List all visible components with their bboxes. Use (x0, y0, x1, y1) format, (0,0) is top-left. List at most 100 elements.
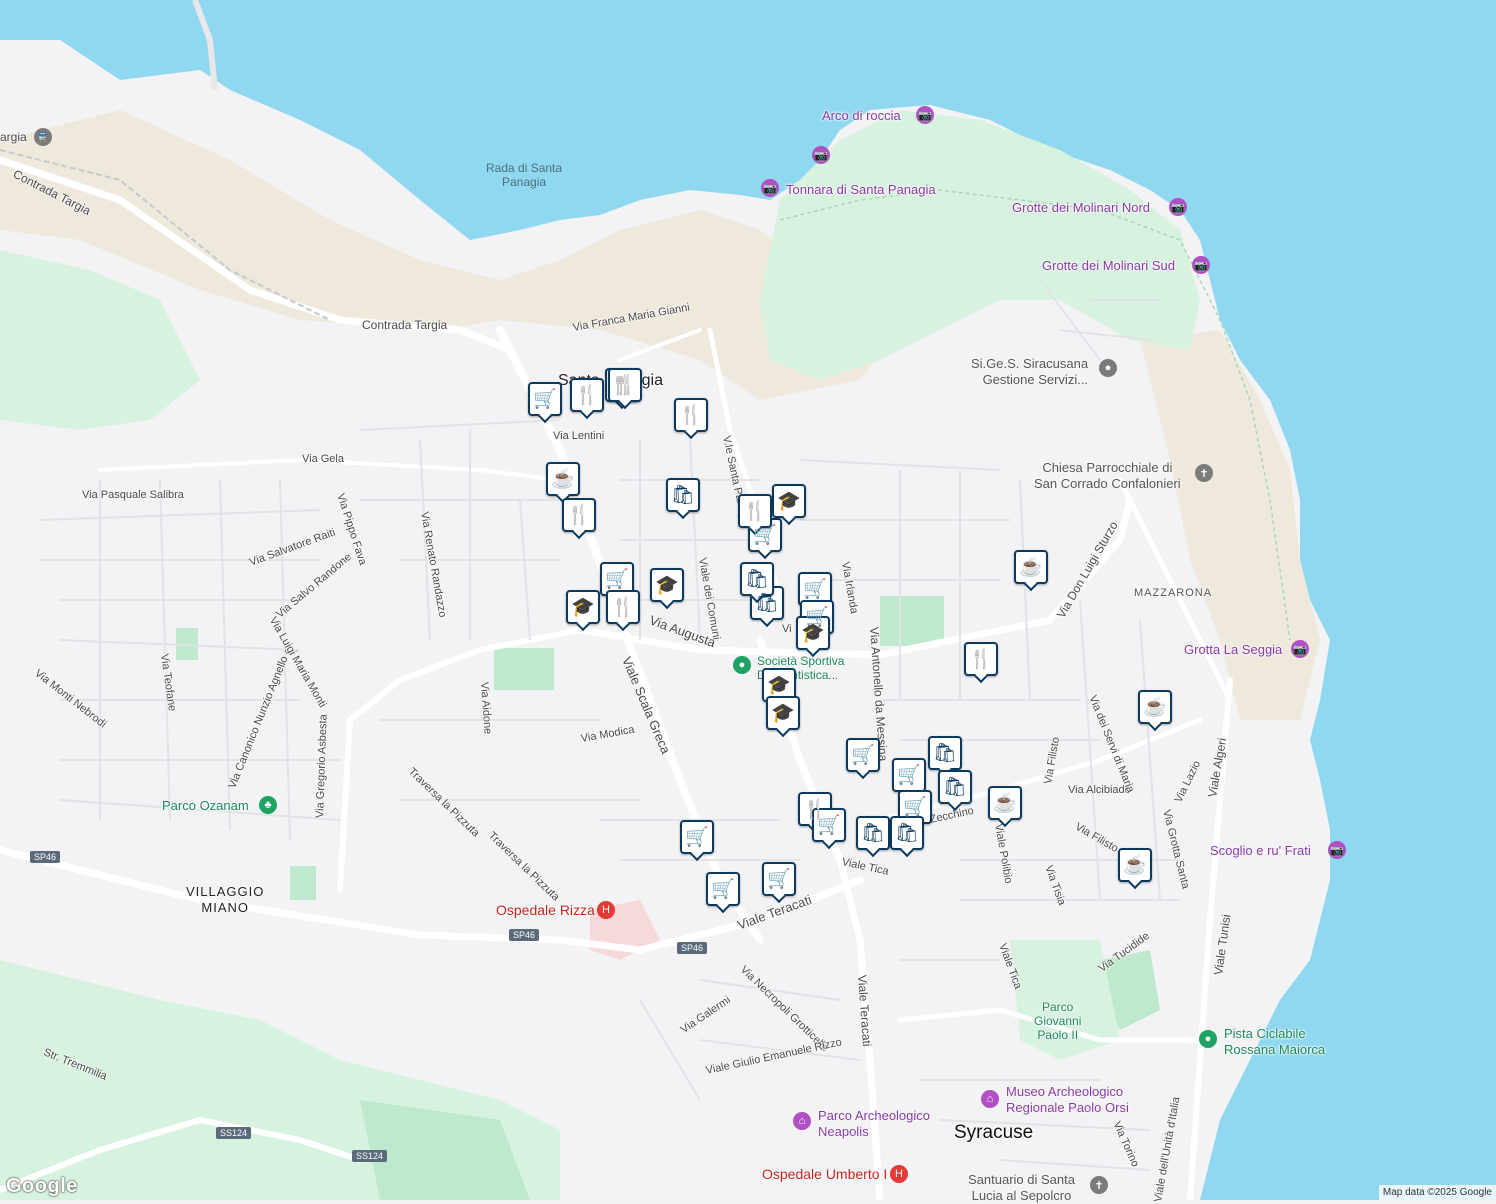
station-label: argia (0, 130, 27, 144)
fork-knife-icon: 🍴 (611, 596, 635, 618)
cart-marker[interactable]: 🛒 (762, 862, 796, 896)
bag-marker[interactable]: 🛍 (928, 736, 962, 770)
cart-icon: 🛒 (767, 868, 791, 890)
fork-knife-icon: 🍴 (679, 404, 703, 426)
map-canvas[interactable] (0, 0, 1496, 1200)
fork-knife-icon: 🍴 (567, 504, 591, 526)
cup-marker[interactable]: ☕ (1138, 690, 1172, 724)
cup-marker[interactable]: ☕ (1014, 550, 1048, 584)
fork-marker[interactable]: 🍴 (608, 368, 642, 402)
cross-icon[interactable]: ✝ (1090, 1176, 1108, 1194)
google-logo: Google (6, 1175, 78, 1197)
pin-icon[interactable]: ● (1099, 359, 1117, 377)
graduation-cap-icon: 🎓 (767, 674, 791, 696)
poi-santuario[interactable]: Santuario di Santa Lucia al Sepolcro (968, 1172, 1075, 1204)
poi-ospedale-rizza[interactable]: Ospedale Rizza (496, 902, 595, 918)
cart-icon: 🛒 (897, 764, 921, 786)
fork-marker[interactable]: 🍴 (964, 642, 998, 676)
road-shield: SP46 (509, 929, 540, 941)
cart-icon: 🛒 (903, 796, 927, 818)
poi-museo[interactable]: Museo Archeologico Regionale Paolo Orsi (1006, 1084, 1129, 1116)
camera-icon[interactable]: 📷 (916, 106, 934, 124)
camera-icon[interactable]: 📷 (1291, 640, 1309, 658)
cup-marker[interactable]: ☕ (1118, 848, 1152, 882)
fork-marker[interactable]: 🍴 (570, 378, 604, 412)
pin-icon[interactable]: ● (733, 656, 751, 674)
cap-marker[interactable]: 🎓 (766, 696, 800, 730)
cup-marker[interactable]: ☕ (988, 786, 1022, 820)
graduation-cap-icon: 🎓 (777, 490, 801, 512)
camera-icon[interactable]: 📷 (761, 179, 779, 197)
museum-icon[interactable]: ⌂ (793, 1112, 811, 1130)
fork-marker[interactable]: 🍴 (562, 498, 596, 532)
camera-icon[interactable]: 📷 (812, 146, 830, 164)
coffee-cup-icon: ☕ (1123, 854, 1147, 876)
fork-marker[interactable]: 🍴 (606, 590, 640, 624)
shopping-bag-icon: 🛍 (860, 822, 886, 844)
street-label: Vi (782, 623, 792, 635)
bag-marker[interactable]: 🛍 (938, 770, 972, 804)
train-icon[interactable]: 🚆 (34, 128, 52, 146)
tree-icon[interactable]: ♣ (259, 796, 277, 814)
camera-icon[interactable]: 📷 (1169, 198, 1187, 216)
poi-grotte-nord[interactable]: Grotte dei Molinari Nord (1012, 200, 1150, 215)
cart-marker[interactable]: 🛒 (846, 738, 880, 772)
graduation-cap-icon: 🎓 (571, 596, 595, 618)
poi-parco-ozanam[interactable]: Parco Ozanam (162, 798, 249, 813)
camera-icon[interactable]: 📷 (1328, 841, 1346, 859)
hospital-icon[interactable]: H (890, 1165, 908, 1183)
cart-icon: 🛒 (685, 826, 709, 848)
cart-marker[interactable]: 🛒 (680, 820, 714, 854)
cart-icon: 🛒 (803, 578, 827, 600)
bag-marker[interactable]: 🛍 (666, 478, 700, 512)
bag-marker[interactable]: 🛍 (740, 562, 774, 596)
cart-marker[interactable]: 🛒 (528, 382, 562, 416)
cart-icon: 🛒 (605, 568, 629, 590)
cart-icon: 🛒 (817, 814, 841, 836)
coffee-cup-icon: ☕ (993, 792, 1017, 814)
street-label: Contrada Targia (362, 318, 448, 332)
poi-ospedale-umberto[interactable]: Ospedale Umberto I (762, 1166, 887, 1182)
park-block (880, 596, 944, 646)
camera-icon[interactable]: 📷 (1192, 256, 1210, 274)
cup-marker[interactable]: ☕ (546, 462, 580, 496)
poi-grotta-la-seggia[interactable]: Grotta La Seggia (1184, 642, 1282, 657)
shopping-bag-icon: 🛍 (670, 484, 696, 506)
fork-marker[interactable]: 🍴 (674, 398, 708, 432)
cap-marker[interactable]: 🎓 (772, 484, 806, 518)
fork-knife-icon: 🍴 (743, 500, 767, 522)
bag-marker[interactable]: 🛍 (856, 816, 890, 850)
park-block (290, 866, 316, 900)
poi-scoglio[interactable]: Scoglio e ru' Frati (1210, 843, 1311, 858)
road-shield: SS124 (352, 1150, 388, 1162)
poi-tonnara[interactable]: Tonnara di Santa Panagia (786, 182, 936, 197)
shopping-bag-icon: 🛍 (932, 742, 958, 764)
hospital-icon[interactable]: H (597, 901, 615, 919)
poi-grotte-sud[interactable]: Grotte dei Molinari Sud (1042, 258, 1175, 273)
fork-marker[interactable]: 🍴 (738, 494, 772, 528)
fork-knife-icon: 🍴 (575, 384, 599, 406)
map-attribution[interactable]: Map data ©2025 Google (1378, 1185, 1496, 1200)
pin-icon[interactable]: ● (1199, 1030, 1217, 1048)
cap-marker[interactable]: 🎓 (650, 568, 684, 602)
poi-sigess[interactable]: Si.Ge.S. Siracusana Gestione Servizi... (971, 356, 1088, 388)
graduation-cap-icon: 🎓 (771, 702, 795, 724)
city-label: Syracuse (954, 1122, 1034, 1143)
coffee-cup-icon: ☕ (1019, 556, 1043, 578)
fork-knife-icon: 🍴 (969, 648, 993, 670)
cross-icon[interactable]: ✝ (1195, 464, 1213, 482)
cart-marker[interactable]: 🛒 (706, 872, 740, 906)
poi-parco-neapolis[interactable]: Parco Archeologico Neapolis (818, 1108, 930, 1140)
cart-icon: 🛒 (753, 524, 777, 546)
poi-chiesa[interactable]: Chiesa Parrocchiale di San Corrado Confa… (1034, 460, 1181, 492)
cart-icon: 🛒 (533, 388, 557, 410)
cart-marker[interactable]: 🛒 (892, 758, 926, 792)
bag-marker[interactable]: 🛍 (890, 816, 924, 850)
cap-marker[interactable]: 🎓 (566, 590, 600, 624)
poi-arco-di-roccia[interactable]: Arco di roccia (822, 108, 901, 123)
coffee-cup-icon: ☕ (1143, 696, 1167, 718)
poi-parco-giovanni[interactable]: Parco Giovanni Paolo II (1034, 1000, 1081, 1042)
museum-icon[interactable]: ⌂ (981, 1090, 999, 1108)
poi-pista-ciclabile[interactable]: Pista Ciclabile Rossana Maiorca (1224, 1026, 1325, 1058)
street-label: Via Lentini (553, 430, 605, 442)
